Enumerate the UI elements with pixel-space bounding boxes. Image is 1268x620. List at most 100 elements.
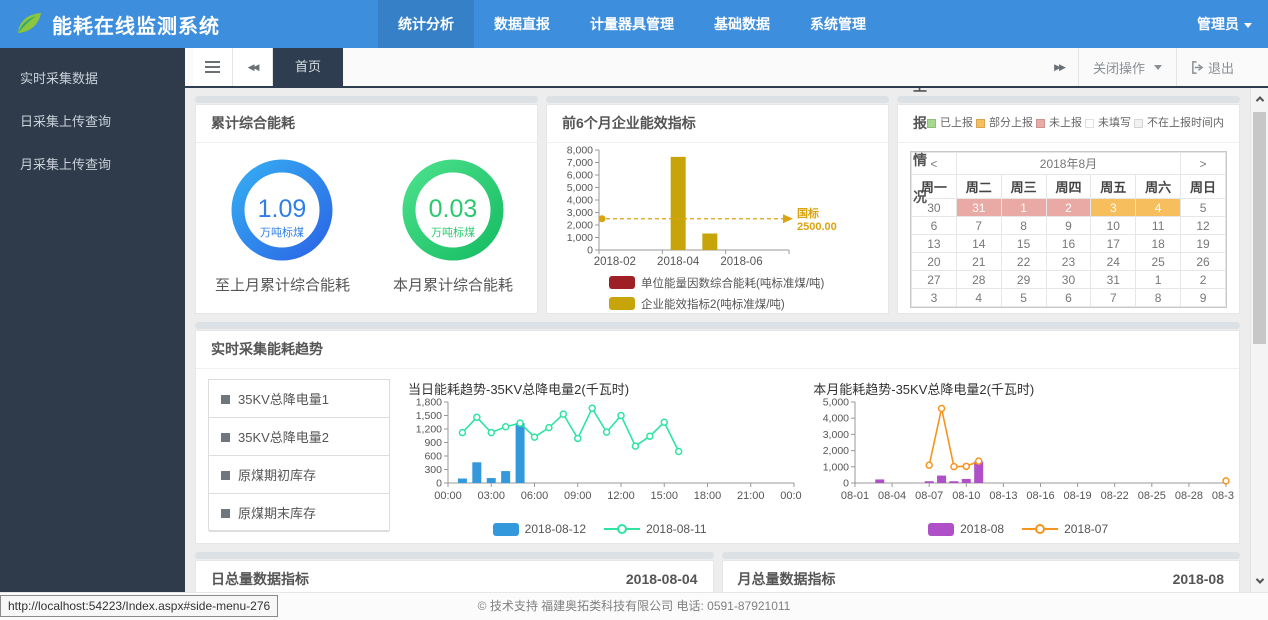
svg-text:2,000: 2,000 xyxy=(823,445,849,457)
calendar-day[interactable]: 3 xyxy=(911,288,957,307)
chevron-down-icon xyxy=(1244,22,1252,28)
card-title-cumulative: 累计综合能耗 xyxy=(211,115,295,131)
calendar-day[interactable]: 21 xyxy=(955,252,1002,271)
calendar-day[interactable]: 5 xyxy=(1180,198,1226,217)
card-title-monthly-total: 月总量数据指标 xyxy=(737,571,836,587)
calendar-day[interactable]: 1 xyxy=(1135,270,1182,289)
svg-text:3,000: 3,000 xyxy=(567,207,593,219)
daily-trend-chart-block: 当日能耗趋势-35KV总降电量2(千瓦时) 0 300 600 900 1,200 1,5… xyxy=(404,379,808,536)
chevron-down-icon xyxy=(1153,64,1162,70)
calendar-day[interactable]: 3 xyxy=(1090,198,1137,217)
meter-item-coal-opening-stock[interactable]: 原煤期初库存 xyxy=(209,456,389,494)
calendar-day[interactable]: 22 xyxy=(1000,252,1047,271)
tab-bar: ◀◀ 首页 ▶▶ 关闭操作 退出 xyxy=(185,48,1268,88)
calendar-day[interactable]: 31 xyxy=(955,198,1002,217)
panel-drag-handle[interactable] xyxy=(721,552,1240,559)
scrollbar-thumb[interactable] xyxy=(1253,112,1266,344)
panel-drag-handle[interactable] xyxy=(897,96,1240,103)
nav-item-meter-management[interactable]: 计量器具管理 xyxy=(570,0,694,48)
calendar-day[interactable]: 15 xyxy=(1000,234,1047,253)
meter-item-35kv-1[interactable]: 35KV总降电量1 xyxy=(209,380,389,418)
calendar-day[interactable]: 7 xyxy=(1090,288,1137,307)
calendar-day[interactable]: 28 xyxy=(955,270,1002,289)
calendar-day[interactable]: 2 xyxy=(1180,270,1226,289)
nav-item-basic-data[interactable]: 基础数据 xyxy=(694,0,790,48)
svg-text:2018-02: 2018-02 xyxy=(594,256,636,268)
panel-drag-handle[interactable] xyxy=(195,322,1240,329)
calendar-day[interactable]: 9 xyxy=(1180,288,1226,307)
calendar-day[interactable]: 23 xyxy=(1045,252,1092,271)
calendar-day[interactable]: 19 xyxy=(1180,234,1226,253)
svg-text:21:00: 21:00 xyxy=(737,490,765,502)
legend-swatch xyxy=(1036,119,1045,128)
calendar-day[interactable]: 12 xyxy=(1180,216,1226,235)
calendar-day[interactable]: 8 xyxy=(1135,288,1182,307)
calendar-day[interactable]: 14 xyxy=(955,234,1002,253)
sidebar-item-monthly-upload-query[interactable]: 月采集上传查询 xyxy=(0,142,185,185)
calendar-day[interactable]: 8 xyxy=(1000,216,1047,235)
tab-home[interactable]: 首页 xyxy=(273,48,344,86)
sidebar: 实时采集数据 日采集上传查询 月采集上传查询 xyxy=(0,48,185,592)
calendar-day[interactable]: 29 xyxy=(1000,270,1047,289)
leaf-logo-icon xyxy=(18,13,41,33)
svg-text:8,000: 8,000 xyxy=(567,145,593,157)
calendar-day[interactable]: 5 xyxy=(1000,288,1047,307)
panel-efficiency: 前6个月企业能效指标 0 1,000 2,000 3,000 4,000 5,000 6,0… xyxy=(546,96,889,314)
calendar-day[interactable]: 27 xyxy=(911,270,957,289)
calendar-day[interactable]: 30 xyxy=(1045,270,1092,289)
svg-text:1,500: 1,500 xyxy=(416,410,442,422)
nav-item-data-report[interactable]: 数据直报 xyxy=(474,0,570,48)
calendar-day[interactable]: 1 xyxy=(1000,198,1047,217)
tab-list-menu-button[interactable] xyxy=(193,48,233,86)
calendar-day[interactable]: 7 xyxy=(955,216,1002,235)
calendar-day[interactable]: 4 xyxy=(955,288,1002,307)
calendar-day[interactable]: 16 xyxy=(1045,234,1092,253)
sidebar-item-realtime-data[interactable]: 实时采集数据 xyxy=(0,56,185,99)
scroll-tabs-left-button[interactable]: ◀◀ xyxy=(233,48,273,86)
calendar-day[interactable]: 6 xyxy=(911,216,957,235)
logout-icon xyxy=(1192,60,1204,74)
donut-label: 至上月累计综合能耗 xyxy=(214,277,350,294)
calendar-day[interactable]: 10 xyxy=(1090,216,1137,235)
close-operations-dropdown[interactable]: 关闭操作 xyxy=(1077,48,1176,86)
scroll-tabs-right-button[interactable]: ▶▶ xyxy=(1040,48,1078,86)
svg-text:5,000: 5,000 xyxy=(823,397,849,409)
calendar-day[interactable]: 4 xyxy=(1135,198,1182,217)
calendar-day[interactable]: 31 xyxy=(1090,270,1137,289)
calendar-day[interactable]: 26 xyxy=(1180,252,1226,271)
scroll-down-button[interactable] xyxy=(1251,572,1268,590)
scroll-up-button[interactable] xyxy=(1251,90,1268,108)
calendar-day[interactable]: 2 xyxy=(1045,198,1092,217)
calendar-day[interactable]: 9 xyxy=(1045,216,1092,235)
svg-text:6,000: 6,000 xyxy=(567,170,593,182)
calendar-next-month[interactable]: > xyxy=(1180,152,1226,175)
svg-text:1.09: 1.09 xyxy=(258,195,307,223)
monthly-trend-title: 本月能耗趋势-35KV总降电量2(千瓦时) xyxy=(813,382,1035,397)
monthly-trend-legend: 2018-08 2018-07 xyxy=(809,522,1227,536)
svg-text:1,800: 1,800 xyxy=(416,397,442,409)
nav-item-stats-analysis[interactable]: 统计分析 xyxy=(378,0,474,48)
calendar-day[interactable]: 18 xyxy=(1135,234,1182,253)
panel-daily-report-status: 日上报情况 已上报部分上报未上报未填写不在上报时间内 <2018年8月>周一周二… xyxy=(897,88,1240,314)
calendar-day[interactable]: 11 xyxy=(1135,216,1182,235)
donut-label: 本月累计综合能耗 xyxy=(392,277,513,294)
user-menu[interactable]: 管理员 xyxy=(1197,0,1252,48)
calendar-day[interactable]: 24 xyxy=(1090,252,1137,271)
panel-drag-handle[interactable] xyxy=(546,96,889,103)
meter-item-35kv-2[interactable]: 35KV总降电量2 xyxy=(209,418,389,456)
svg-text:00:00: 00:00 xyxy=(434,490,462,502)
calendar-day[interactable]: 13 xyxy=(911,234,957,253)
calendar-day[interactable]: 6 xyxy=(1045,288,1092,307)
panel-drag-handle[interactable] xyxy=(195,96,538,103)
calendar-day[interactable]: 17 xyxy=(1090,234,1137,253)
meter-item-coal-closing-stock[interactable]: 原煤期末库存 xyxy=(209,494,389,532)
logout-button[interactable]: 退出 xyxy=(1175,48,1248,86)
sidebar-item-daily-upload-query[interactable]: 日采集上传查询 xyxy=(0,99,185,142)
calendar-day[interactable]: 25 xyxy=(1135,252,1182,271)
app-title: 能耗在线监测系统 xyxy=(52,15,220,38)
legend-swatch xyxy=(927,119,936,128)
panel-drag-handle[interactable] xyxy=(195,552,714,559)
nav-item-system-management[interactable]: 系统管理 xyxy=(790,0,886,48)
svg-text:08-07: 08-07 xyxy=(915,490,943,502)
calendar-day[interactable]: 20 xyxy=(911,252,957,271)
